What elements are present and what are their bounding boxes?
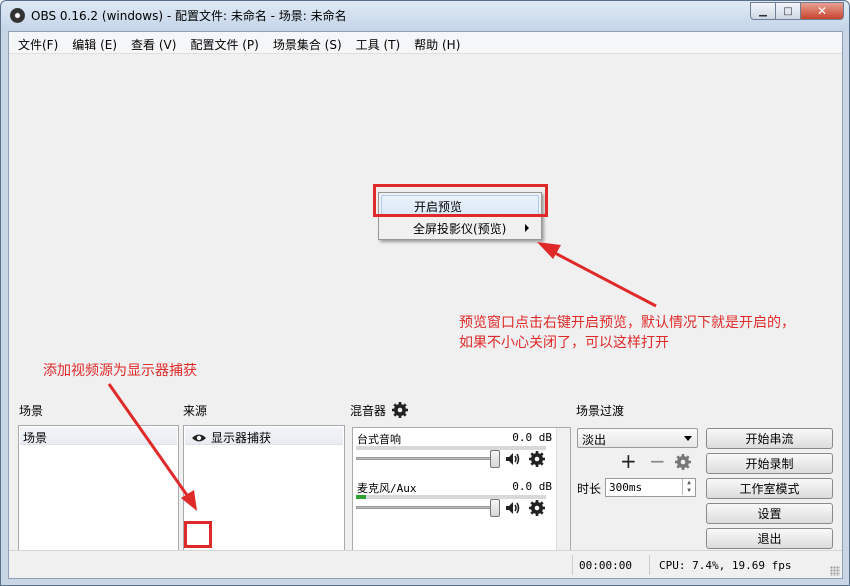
resize-grip-icon[interactable]	[830, 566, 840, 576]
start-streaming-button[interactable]: 开始串流	[706, 428, 833, 449]
client-area: 文件(F) 编辑 (E) 查看 (V) 配置文件 (P) 场景集合 (S) 工具…	[8, 31, 843, 579]
volume-slider[interactable]	[356, 506, 496, 509]
mixer-dock-title: 混音器	[350, 402, 408, 419]
obs-logo-icon	[10, 8, 25, 23]
eye-icon[interactable]	[191, 433, 207, 443]
track-name: 台式音响	[357, 433, 401, 446]
menu-item-fullscreen-projector-label: 全屏投影仪(预览)	[413, 222, 507, 236]
gear-icon[interactable]	[529, 451, 545, 467]
annotation-highlight-add-source	[184, 521, 212, 548]
minimize-button[interactable]: ▁	[750, 2, 776, 20]
annotation-source-note: 添加视频源为显示器捕获	[43, 363, 197, 379]
menu-bar: 文件(F) 编辑 (E) 查看 (V) 配置文件 (P) 场景集合 (S) 工具…	[9, 32, 842, 54]
status-time: 00:00:00	[579, 559, 632, 572]
start-recording-button[interactable]: 开始录制	[706, 453, 833, 474]
spin-up-icon[interactable]: ▲	[682, 479, 695, 487]
speaker-icon[interactable]	[505, 501, 521, 515]
status-divider	[572, 555, 573, 575]
menu-edit[interactable]: 编辑 (E)	[65, 32, 124, 53]
annotation-preview-line1: 预览窗口点击右键开启预览，默认情况下就是开启的，	[459, 315, 795, 331]
annotation-preview-line2: 如果不小心关闭了，可以这样打开	[459, 335, 669, 351]
speaker-icon[interactable]	[505, 452, 521, 466]
volume-meter	[356, 495, 546, 499]
gear-icon[interactable]	[675, 454, 691, 470]
volume-slider-handle[interactable]	[490, 499, 500, 517]
duration-value: 300ms	[609, 481, 643, 494]
remove-transition-button[interactable]: −	[649, 449, 666, 473]
menu-file[interactable]: 文件(F)	[11, 32, 65, 53]
add-transition-button[interactable]: +	[620, 449, 637, 473]
obs-window: OBS 0.16.2 (windows) - 配置文件: 未命名 - 场景: 未…	[0, 0, 850, 586]
mixer-title: 混音器	[350, 404, 387, 418]
chevron-down-icon	[684, 436, 692, 441]
status-divider	[649, 555, 650, 575]
menu-scene-collection[interactable]: 场景集合 (S)	[266, 32, 349, 53]
volume-meter	[356, 446, 546, 450]
window-controls: ▁ □ ✕	[750, 2, 844, 20]
close-button[interactable]: ✕	[801, 2, 844, 20]
track-db: 0.0 dB	[512, 480, 552, 493]
window-title: OBS 0.16.2 (windows) - 配置文件: 未命名 - 场景: 未…	[31, 9, 347, 23]
exit-button[interactable]: 退出	[706, 528, 833, 549]
scene-list-item[interactable]: 场景	[20, 427, 177, 445]
duration-input[interactable]: 300ms ▲ ▼	[605, 478, 696, 497]
menu-tools[interactable]: 工具 (T)	[349, 32, 408, 53]
scenes-dock-title: 场景	[19, 404, 44, 418]
menu-item-fullscreen-projector[interactable]: 全屏投影仪(预览)	[381, 217, 539, 238]
submenu-arrow-icon	[525, 224, 529, 232]
menu-profile[interactable]: 配置文件 (P)	[183, 32, 265, 53]
title-bar[interactable]: OBS 0.16.2 (windows) - 配置文件: 未命名 - 场景: 未…	[1, 1, 849, 31]
maximize-button[interactable]: □	[776, 2, 801, 20]
spin-down-icon[interactable]: ▼	[682, 487, 695, 495]
annotation-highlight-preview-item	[373, 184, 548, 217]
menu-view[interactable]: 查看 (V)	[124, 32, 183, 53]
gear-icon[interactable]	[391, 402, 408, 418]
volume-slider[interactable]	[356, 457, 496, 460]
volume-slider-handle[interactable]	[490, 450, 500, 468]
status-bar: 00:00:00 CPU: 7.4%, 19.69 fps	[9, 550, 842, 578]
transitions-dock-title: 场景过渡	[576, 404, 625, 418]
transition-selected-value: 淡出	[582, 433, 607, 447]
meter-level	[356, 495, 366, 499]
duration-label: 时长	[577, 482, 602, 496]
sources-dock-title: 来源	[183, 404, 208, 418]
menu-help[interactable]: 帮助 (H)	[407, 32, 467, 53]
source-list-item[interactable]: 显示器捕获	[185, 427, 343, 445]
track-db: 0.0 dB	[512, 431, 552, 444]
source-label: 显示器捕获	[211, 431, 272, 445]
gear-icon[interactable]	[529, 500, 545, 516]
transition-select[interactable]: 淡出	[577, 428, 698, 448]
track-name: 麦克风/Aux	[357, 482, 417, 495]
status-cpu: CPU: 7.4%, 19.69 fps	[659, 559, 792, 572]
studio-mode-button[interactable]: 工作室模式	[706, 478, 833, 499]
settings-button[interactable]: 设置	[706, 503, 833, 524]
